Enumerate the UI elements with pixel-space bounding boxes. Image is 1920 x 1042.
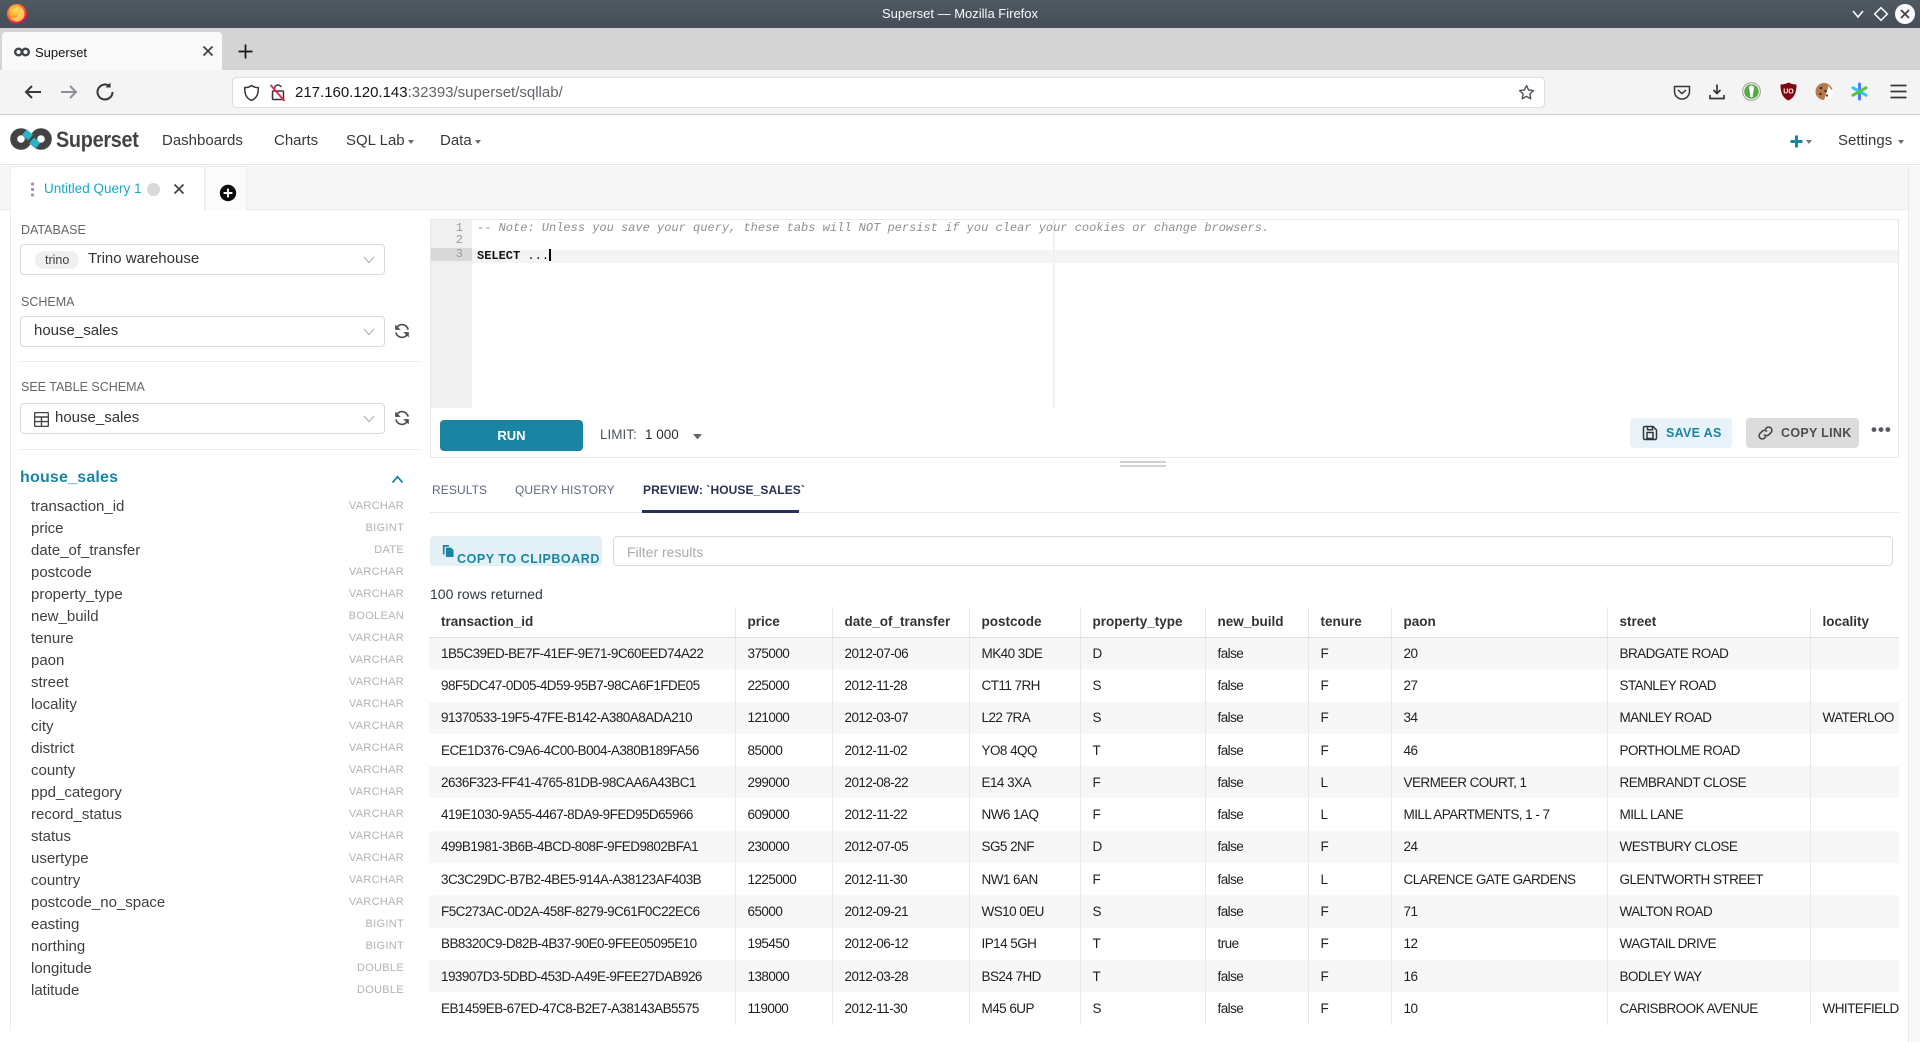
svg-text:UO: UO bbox=[1783, 89, 1794, 96]
